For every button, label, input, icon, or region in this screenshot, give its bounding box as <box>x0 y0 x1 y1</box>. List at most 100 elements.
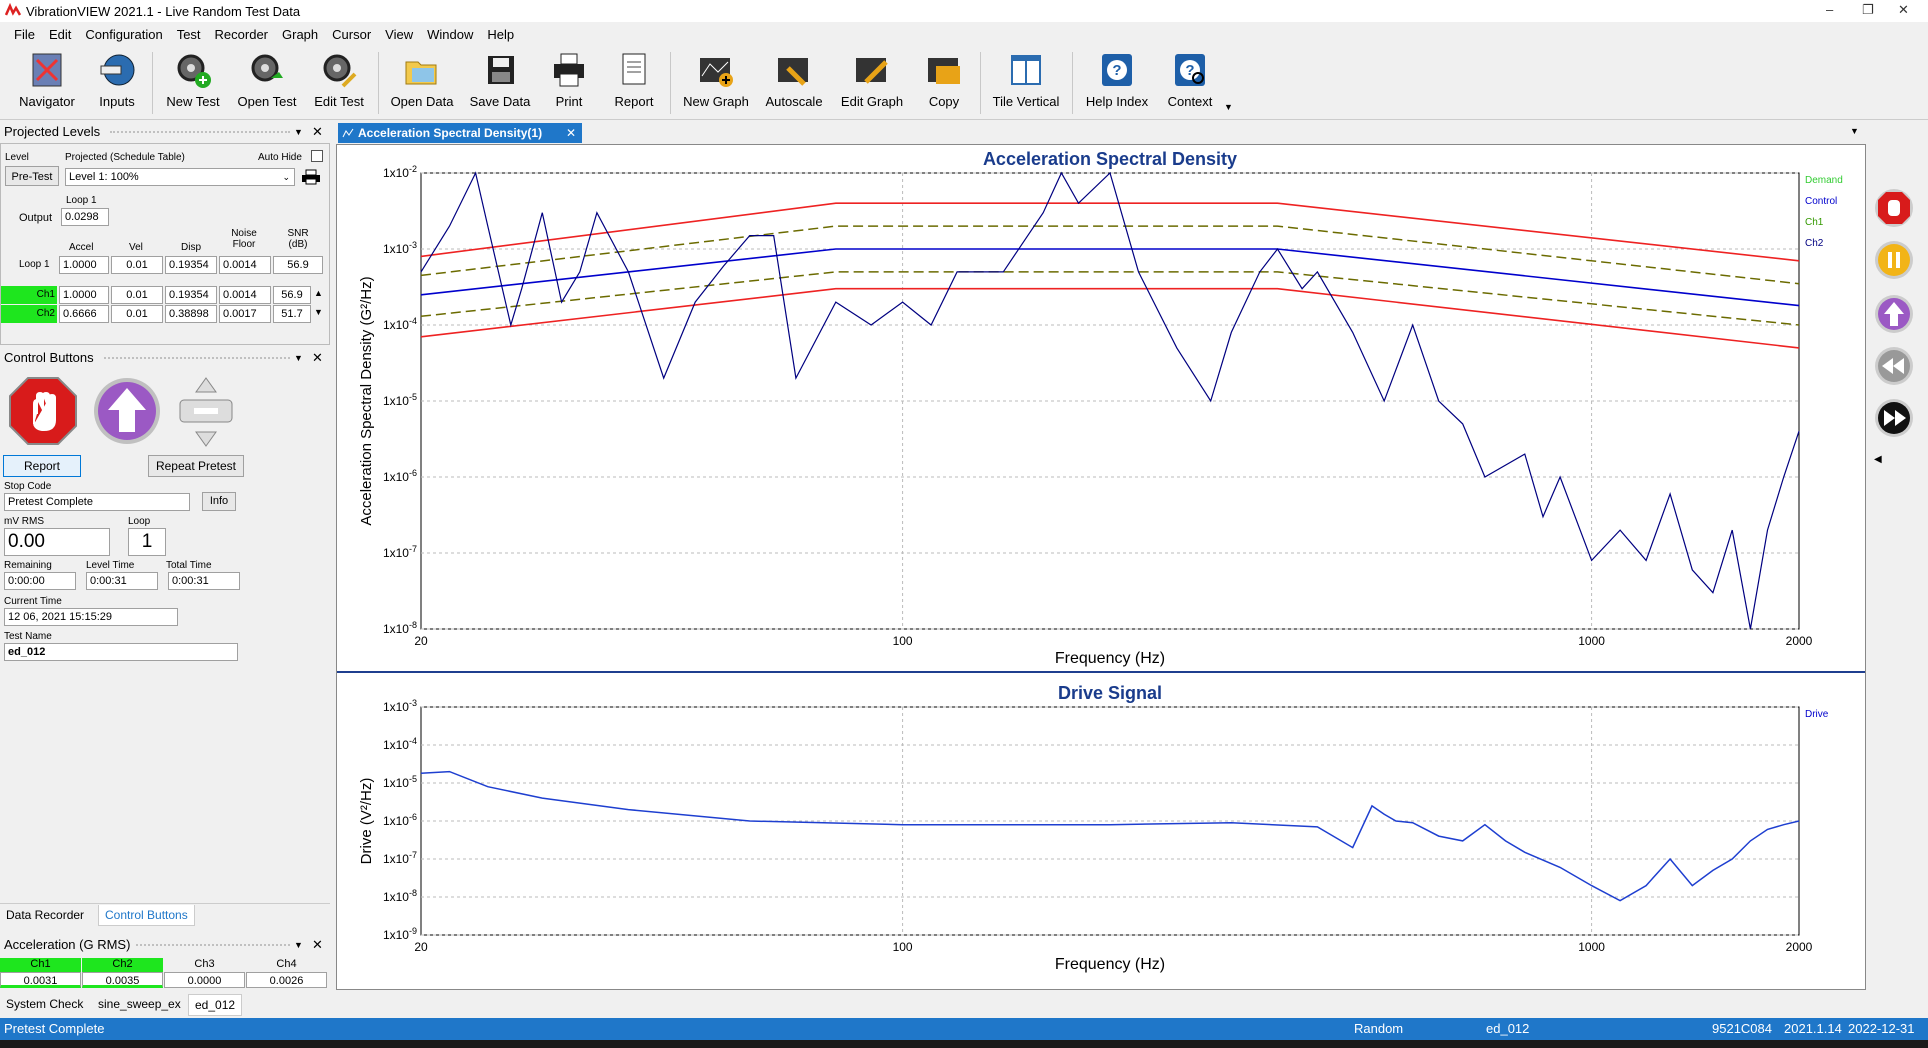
chevron-down-icon: ⌄ <box>282 172 290 182</box>
status-serial: 9521C084 <box>1712 1021 1772 1036</box>
scroll-up-icon[interactable]: ▲ <box>314 288 323 298</box>
panel-close-icon[interactable]: ✕ <box>312 935 323 955</box>
tab-ed-012[interactable]: ed_012 <box>188 994 243 1016</box>
projected-levels-panel: Level Projected (Schedule Table) Auto Hi… <box>0 143 330 345</box>
menu-recorder[interactable]: Recorder <box>215 27 268 42</box>
navigator-label: Navigator <box>19 94 75 109</box>
pretest-button[interactable]: Pre-Test <box>5 166 59 186</box>
stop-code-label: Stop Code <box>4 481 52 492</box>
autoscale-button[interactable]: Autoscale <box>762 50 826 109</box>
report-button[interactable]: Report <box>606 50 662 109</box>
panel-dropdown-icon[interactable]: ▼ <box>294 122 303 142</box>
right-up-button[interactable] <box>1874 294 1914 334</box>
x-tick-label: 20 <box>414 634 428 648</box>
edit-test-button[interactable]: Edit Test <box>308 50 370 109</box>
y-tick-label: 1x10-6 <box>383 812 417 828</box>
status-test: ed_012 <box>1486 1021 1530 1036</box>
panel-dropdown-icon[interactable]: ▼ <box>294 348 303 368</box>
copy-button[interactable]: Copy <box>916 50 972 109</box>
doc-tab-asd[interactable]: Acceleration Spectral Density(1) ✕ <box>338 123 582 143</box>
report-btn[interactable]: Report <box>3 455 81 477</box>
panel-dropdown-icon[interactable]: ▼ <box>294 935 303 955</box>
maximize-button[interactable]: ❐ <box>1862 2 1874 18</box>
close-window-button[interactable]: ✕ <box>1898 2 1909 18</box>
tab-sine-sweep[interactable]: sine_sweep_ex <box>98 997 181 1011</box>
help-index-button[interactable]: ? Help Index <box>1080 50 1154 109</box>
new-graph-button[interactable]: New Graph <box>678 50 754 109</box>
test-name-label: Test Name <box>4 631 52 642</box>
context-label: Context <box>1167 94 1213 109</box>
save-data-button[interactable]: Save Data <box>464 50 536 109</box>
new-test-button[interactable]: New Test <box>160 50 226 109</box>
tab-data-recorder[interactable]: Data Recorder <box>6 908 84 922</box>
total-time-value: 0:00:31 <box>168 572 240 590</box>
printer-small-icon[interactable] <box>301 168 321 186</box>
loop-header-label: Loop 1 <box>66 195 97 206</box>
ch2-noise-floor: 0.0017 <box>219 305 271 323</box>
menu-edit[interactable]: Edit <box>49 27 71 42</box>
menu-window[interactable]: Window <box>427 27 473 42</box>
menu-file[interactable]: File <box>14 27 35 42</box>
auto-hide-checkbox[interactable] <box>311 150 323 162</box>
y-axis-label: Drive (V²/Hz) <box>358 778 375 865</box>
inputs-button[interactable]: Inputs <box>88 50 146 109</box>
menu-view[interactable]: View <box>385 27 413 42</box>
tab-dropdown-icon[interactable]: ▼ <box>1850 126 1859 136</box>
status-bar: Pretest Complete Random ed_012 9521C084 … <box>0 1018 1928 1040</box>
menu-graph[interactable]: Graph <box>282 27 318 42</box>
current-time-label: Current Time <box>4 596 62 607</box>
repeat-pretest-button[interactable]: Repeat Pretest <box>148 455 244 477</box>
x-tick-label: 100 <box>893 940 913 954</box>
x-tick-label: 2000 <box>1786 634 1813 648</box>
panel-close-icon[interactable]: ✕ <box>312 122 323 142</box>
control-buttons-header: Control Buttons ▼ ✕ <box>0 348 330 368</box>
tile-vertical-button[interactable]: Tile Vertical <box>988 50 1064 109</box>
level-select[interactable]: Level 1: 100% ⌄ <box>65 168 295 186</box>
minimize-button[interactable]: – <box>1826 2 1833 17</box>
y-tick-label: 1x10-8 <box>383 888 417 904</box>
stop-button[interactable] <box>8 376 78 446</box>
y-tick-label: 1x10-5 <box>383 392 417 408</box>
panel-close-icon[interactable]: ✕ <box>312 348 323 368</box>
help-index-label: Help Index <box>1085 94 1149 109</box>
status-message: Pretest Complete <box>4 1021 105 1036</box>
ch2-snr: 51.7 <box>273 305 311 323</box>
loop-accel: 1.0000 <box>59 256 109 274</box>
continue-up-button[interactable] <box>92 376 162 446</box>
toolbar-overflow-icon[interactable]: ▼ <box>1224 102 1233 112</box>
left-panel-tabs: Data Recorder Control Buttons <box>0 903 330 926</box>
pause-button[interactable] <box>1874 240 1914 280</box>
menu-configuration[interactable]: Configuration <box>85 27 162 42</box>
collapse-strip-icon[interactable]: ◀ <box>1874 454 1882 465</box>
menu-test[interactable]: Test <box>177 27 201 42</box>
printer-icon <box>549 50 589 90</box>
menu-help[interactable]: Help <box>487 27 514 42</box>
print-button[interactable]: Print <box>544 50 594 109</box>
context-help-button[interactable]: ? Context <box>1160 50 1220 109</box>
level-time-label: Level Time <box>86 560 135 571</box>
ch2-row-label[interactable]: Ch2 <box>1 305 57 323</box>
x-tick-label: 1000 <box>1578 940 1605 954</box>
level-label: Level <box>5 152 29 163</box>
rewind-button[interactable] <box>1874 346 1914 386</box>
scroll-down-icon[interactable]: ▼ <box>314 307 323 317</box>
info-button[interactable]: Info <box>202 492 236 511</box>
level-stepper[interactable] <box>176 376 236 448</box>
tab-system-check[interactable]: System Check <box>6 997 83 1011</box>
open-data-button[interactable]: Open Data <box>386 50 458 109</box>
ch1-row-label[interactable]: Ch1 <box>1 286 57 304</box>
ch1-snr: 56.9 <box>273 286 311 304</box>
tab-control-buttons[interactable]: Control Buttons <box>98 905 195 926</box>
asd-chart[interactable]: Acceleration Spectral Density 1x10-2 1x10-… <box>337 145 1865 670</box>
navigator-button[interactable]: Navigator <box>14 50 80 109</box>
fast-forward-button[interactable] <box>1874 398 1914 438</box>
menu-cursor[interactable]: Cursor <box>332 27 371 42</box>
drive-chart[interactable]: Drive Signal 1x10-3 1x10-4 1x10-5 1x10-6 1x10… <box>337 673 1865 989</box>
accel-ch3-value: 0.0000 <box>164 972 245 988</box>
right-stop-button[interactable] <box>1874 188 1914 228</box>
close-tab-icon[interactable]: ✕ <box>566 123 576 143</box>
open-test-button[interactable]: Open Test <box>232 50 302 109</box>
edit-graph-button[interactable]: Edit Graph <box>836 50 908 109</box>
accel-ch3-label: Ch3 <box>194 958 215 970</box>
y-tick-label: 1x10-7 <box>383 544 417 560</box>
